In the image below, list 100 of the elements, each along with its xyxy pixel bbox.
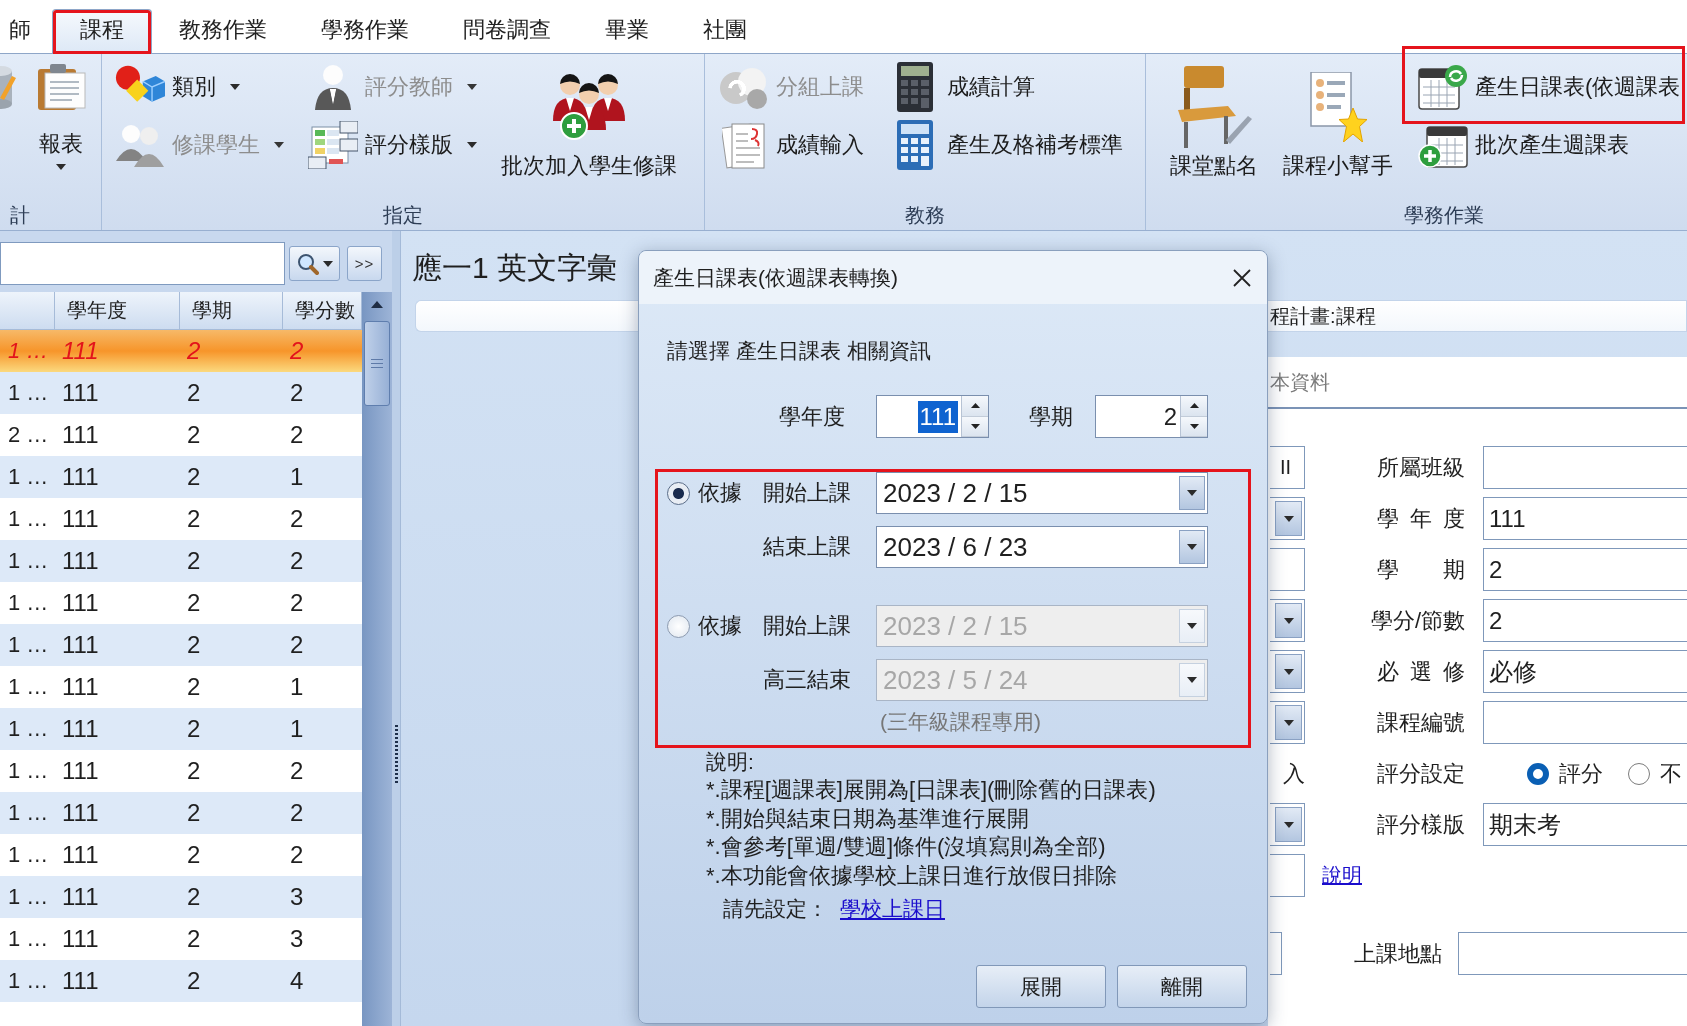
text-field[interactable]: [1270, 854, 1305, 897]
search-button[interactable]: [289, 246, 340, 281]
text-field[interactable]: 2: [1483, 599, 1687, 642]
forward-button[interactable]: >>: [347, 246, 382, 281]
caret-icon: [1187, 490, 1197, 496]
radio-button[interactable]: [1628, 762, 1650, 785]
table-cell-text: 2: [289, 757, 305, 785]
table-cell-text: 2: [289, 631, 305, 659]
field-label: 結束上課: [763, 533, 851, 561]
table-cell-text: 111: [61, 799, 100, 827]
link[interactable]: 說明: [1322, 862, 1362, 889]
search-field[interactable]: [0, 242, 285, 285]
help-text: 請先設定：: [723, 896, 828, 922]
caret-icon: [1187, 544, 1197, 550]
table-cell-text: 1 …: [7, 506, 50, 532]
dropdown-button[interactable]: [1179, 530, 1205, 564]
date-picker[interactable]: 2023 / 2 / 15: [876, 472, 1208, 514]
table-cell-text: 111: [61, 757, 100, 785]
spin-down-button[interactable]: [1181, 416, 1207, 437]
text-field[interactable]: [1270, 548, 1305, 591]
ribbon-button[interactable]: 產生及格補考標準: [890, 120, 1123, 170]
option-label: 不: [1660, 759, 1682, 788]
text-field[interactable]: [1270, 932, 1282, 975]
tab[interactable]: 學務作業: [294, 9, 436, 53]
text-field[interactable]: 必修: [1483, 650, 1687, 693]
ribbon-button[interactable]: 課程小幫手: [1283, 62, 1393, 180]
spin-up-button[interactable]: [962, 396, 988, 417]
text-field[interactable]: 2: [1483, 548, 1687, 591]
text-field[interactable]: [1483, 446, 1687, 489]
spin-down-button[interactable]: [962, 416, 988, 437]
group-add-icon: [550, 74, 628, 140]
table-cell-text: 1 …: [7, 548, 50, 574]
table-row[interactable]: 1 … 111 2 2: [0, 792, 362, 834]
scrollbar-thumb[interactable]: [364, 321, 390, 406]
breadcrumb-bar: 程計畫:課程: [1268, 300, 1687, 332]
table-cell-text: 2: [186, 841, 202, 869]
table-row[interactable]: 1 … 111 2 2: [0, 540, 362, 582]
ribbon-button[interactable]: 評分樣版: [308, 120, 477, 170]
column-header[interactable]: 學年度: [55, 292, 180, 329]
close-button[interactable]: [1233, 268, 1251, 287]
spin-box[interactable]: 111: [876, 395, 989, 438]
dialog-button[interactable]: 離開: [1117, 965, 1247, 1008]
dropdown-button[interactable]: [1179, 476, 1205, 510]
spin-up-button[interactable]: [1181, 396, 1207, 417]
ribbon-button[interactable]: 成績輸入: [719, 120, 864, 170]
ribbon-button[interactable]: 課堂點名: [1170, 62, 1258, 180]
tab[interactable]: 社團: [676, 9, 774, 53]
table-cell-text: 111: [61, 463, 100, 491]
table-cell-text: 1 …: [7, 758, 50, 784]
text-field[interactable]: [1483, 701, 1687, 744]
grip-icon[interactable]: [394, 725, 398, 785]
caret-icon: [56, 164, 66, 170]
table-cell-text: 111: [61, 715, 100, 743]
table-row[interactable]: 1 … 111 2 3: [0, 876, 362, 918]
ribbon-button[interactable]: 批次加入學生修課: [501, 62, 677, 180]
arrow-up-icon[interactable]: [371, 301, 383, 308]
dialog-button[interactable]: 展開: [976, 965, 1106, 1008]
spin-box[interactable]: 2: [1095, 395, 1208, 438]
table-row[interactable]: 1 … 111 2 2: [0, 372, 362, 414]
table-cell-text: 111: [61, 505, 100, 533]
column-header[interactable]: 學期: [180, 292, 283, 329]
score-sheet-icon: [308, 121, 358, 169]
radio-button[interactable]: [1527, 762, 1549, 785]
table-cell-text: 2: [186, 379, 202, 407]
tab[interactable]: 問卷調查: [436, 9, 578, 53]
table-cell-text: 111: [61, 337, 100, 365]
tab[interactable]: 課程: [52, 9, 152, 54]
table-cell-text: 1: [289, 715, 305, 743]
group-label: 計: [9, 203, 31, 228]
field-label: 所屬班級: [1377, 453, 1465, 482]
tab[interactable]: 教務作業: [152, 9, 294, 53]
text-field[interactable]: 期末考: [1483, 803, 1687, 846]
tab[interactable]: 師: [0, 9, 52, 53]
table-cell-text: 3: [289, 883, 305, 911]
table-cell-text: 2: [289, 589, 305, 617]
cylinder-icon: [0, 64, 16, 110]
table-row[interactable]: 1 … 111 2 4: [0, 960, 362, 1002]
calculator-icon: [896, 61, 934, 113]
table-cell-text: 3: [289, 925, 305, 953]
text-field[interactable]: II: [1270, 446, 1305, 489]
ribbon-button[interactable]: 產生日課表(依週課表: [1402, 46, 1686, 124]
radio-button[interactable]: [667, 481, 690, 505]
text-field[interactable]: 111: [1483, 497, 1687, 540]
caret-icon: [467, 84, 477, 90]
tab[interactable]: 畢業: [578, 9, 676, 53]
table-row[interactable]: 1 … 111 2 1: [0, 456, 362, 498]
date-picker[interactable]: 2023 / 6 / 23: [876, 526, 1208, 568]
help-text: *.開始與結束日期為基準進行展開: [706, 804, 1029, 833]
table-cell-text: 1 …: [7, 800, 50, 826]
table-row[interactable]: 1 … 111 2 2: [0, 624, 362, 666]
text-field[interactable]: [1458, 932, 1687, 975]
ribbon-button[interactable]: 成績計算: [890, 62, 1123, 112]
scrollbar[interactable]: [362, 292, 392, 1026]
group-label: 指定: [382, 203, 424, 228]
note-text: (三年級課程專用): [880, 709, 1041, 735]
arrow-down-icon: [1189, 423, 1199, 429]
ribbon-button[interactable]: 類別: [115, 62, 284, 112]
ribbon-button[interactable]: 報表: [36, 62, 86, 170]
table-row[interactable]: 1 … 111 2 1: [0, 708, 362, 750]
link[interactable]: 學校上課日: [840, 895, 945, 923]
